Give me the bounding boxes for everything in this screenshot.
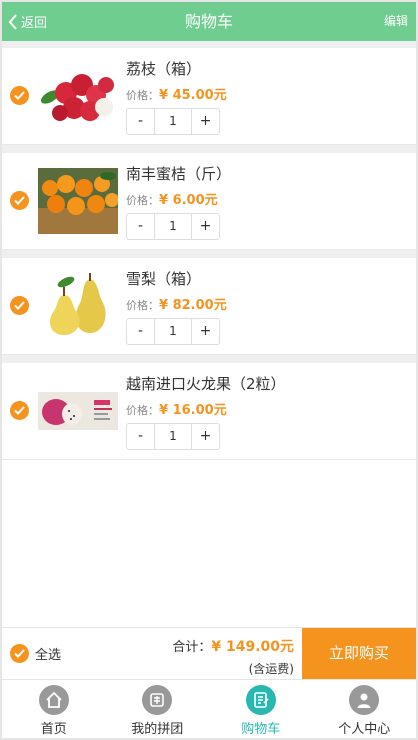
product-price: 价格：¥ 6.00元 xyxy=(126,189,218,208)
item-checkbox[interactable] xyxy=(10,86,29,105)
divider xyxy=(2,41,416,48)
product-image-lychee[interactable] xyxy=(38,63,118,129)
product-price: 价格：¥ 82.00元 xyxy=(126,294,227,313)
quantity-stepper: - 1 + xyxy=(126,213,220,240)
buy-now-button[interactable]: 立即购买 xyxy=(302,628,416,679)
bottom-tab-bar: 首页 我的拼团 购物车 个人中心 xyxy=(2,679,416,738)
price-value: ¥ 45.00元 xyxy=(159,88,227,103)
page-title: 购物车 xyxy=(184,12,233,31)
select-all-label: 全选 xyxy=(35,648,62,663)
item-checkbox[interactable] xyxy=(10,191,29,210)
tab-label: 购物车 xyxy=(241,722,281,737)
quantity-stepper: - 1 + xyxy=(126,318,220,345)
tab-label: 个人中心 xyxy=(338,722,391,737)
select-all-toggle[interactable]: 全选 xyxy=(10,644,61,663)
product-image-mandarin[interactable] xyxy=(38,168,118,234)
price-label: 价格： xyxy=(126,299,159,312)
product-name[interactable]: 越南进口火龙果（2粒） xyxy=(126,373,286,394)
quantity-stepper: - 1 + xyxy=(126,423,220,450)
tab-label: 首页 xyxy=(40,722,67,737)
check-icon xyxy=(14,406,25,415)
quantity-input[interactable]: 1 xyxy=(154,424,192,449)
shipping-note: (含运费) xyxy=(248,662,294,676)
edit-button[interactable]: 编辑 xyxy=(384,2,408,41)
item-checkbox[interactable] xyxy=(10,401,29,420)
product-image-pear[interactable] xyxy=(38,273,118,339)
tab-cart[interactable]: 购物车 xyxy=(209,680,313,738)
product-price: 价格：¥ 16.00元 xyxy=(126,399,227,418)
tab-my-group[interactable]: 我的拼团 xyxy=(106,680,210,738)
product-image-dragon-fruit[interactable] xyxy=(38,378,118,444)
user-icon xyxy=(349,685,380,715)
divider xyxy=(2,250,416,258)
tab-home[interactable]: 首页 xyxy=(2,680,106,738)
tab-profile[interactable]: 个人中心 xyxy=(313,680,417,738)
tab-label: 我的拼团 xyxy=(131,722,184,737)
increment-button[interactable]: + xyxy=(192,214,219,239)
increment-button[interactable]: + xyxy=(192,424,219,449)
item-checkbox[interactable] xyxy=(10,296,29,315)
checkout-bar: 全选 合计：¥ 149.00元 (含运费) 立即购买 xyxy=(2,627,416,679)
total-label: 合计： xyxy=(172,640,212,655)
cart-item: 南丰蜜桔（斤） 价格：¥ 6.00元 - 1 + xyxy=(2,153,416,250)
home-icon xyxy=(38,685,69,715)
check-icon xyxy=(14,649,25,658)
cart-item: 荔枝（箱） 价格：¥ 45.00元 - 1 + xyxy=(2,48,416,145)
select-all-checkbox[interactable] xyxy=(10,644,29,663)
price-label: 价格： xyxy=(126,89,159,102)
quantity-stepper: - 1 + xyxy=(126,108,220,135)
price-label: 价格： xyxy=(126,194,159,207)
quantity-input[interactable]: 1 xyxy=(154,214,192,239)
product-name[interactable]: 荔枝（箱） xyxy=(126,58,201,79)
divider xyxy=(2,355,416,363)
increment-button[interactable]: + xyxy=(192,109,219,134)
check-icon xyxy=(14,196,25,205)
decrement-button[interactable]: - xyxy=(127,214,154,239)
price-value: ¥ 16.00元 xyxy=(159,403,227,418)
price-label: 价格： xyxy=(126,404,159,417)
divider xyxy=(2,145,416,153)
decrement-button[interactable]: - xyxy=(127,109,154,134)
product-name[interactable]: 雪梨（箱） xyxy=(126,268,201,289)
top-bar: 返回 购物车 编辑 xyxy=(2,2,416,41)
product-price: 价格：¥ 45.00元 xyxy=(126,84,227,103)
cart-item: 雪梨（箱） 价格：¥ 82.00元 - 1 + xyxy=(2,258,416,355)
quantity-input[interactable]: 1 xyxy=(154,109,192,134)
check-icon xyxy=(14,91,25,100)
cart-item: 越南进口火龙果（2粒） 价格：¥ 16.00元 - 1 + xyxy=(2,363,416,460)
group-icon xyxy=(142,685,173,715)
price-value: ¥ 82.00元 xyxy=(159,298,227,313)
quantity-input[interactable]: 1 xyxy=(154,319,192,344)
cart-icon xyxy=(245,685,276,715)
total-amount: ¥ 149.00元 xyxy=(211,639,294,655)
check-icon xyxy=(14,301,25,310)
decrement-button[interactable]: - xyxy=(127,319,154,344)
increment-button[interactable]: + xyxy=(192,319,219,344)
decrement-button[interactable]: - xyxy=(127,424,154,449)
price-value: ¥ 6.00元 xyxy=(159,193,218,208)
order-total: 合计：¥ 149.00元 (含运费) xyxy=(172,636,294,677)
product-name[interactable]: 南丰蜜桔（斤） xyxy=(126,163,231,184)
